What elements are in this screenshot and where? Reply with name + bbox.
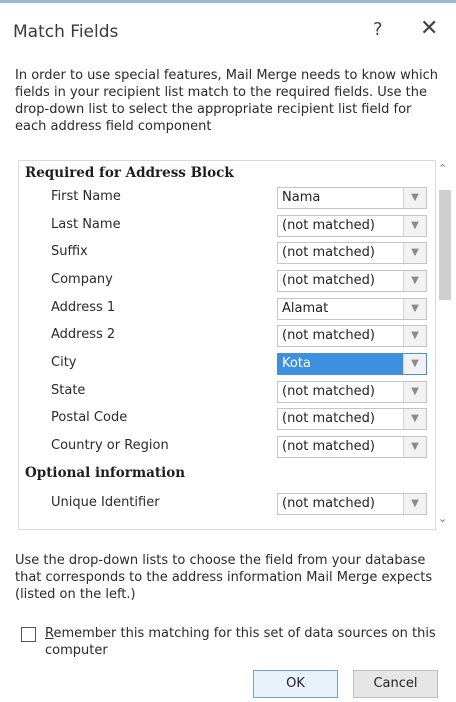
field-label: State: [51, 383, 86, 398]
dropdown-value: (not matched): [282, 439, 375, 454]
instructions-text: In order to use special features, Mail M…: [15, 68, 438, 134]
dropdown-value: (not matched): [282, 273, 375, 288]
field-label: Last Name: [51, 217, 121, 232]
field-label: Suffix: [51, 244, 88, 259]
field-dropdown[interactable]: (not matched) ▼: [277, 493, 427, 515]
field-label: City: [51, 355, 77, 370]
field-dropdown[interactable]: (not matched) ▼: [277, 408, 427, 430]
dropdown-value: Alamat: [282, 301, 329, 316]
chevron-down-icon[interactable]: ▼: [403, 299, 426, 319]
scrollbar-thumb[interactable]: [439, 190, 451, 300]
chevron-down-icon[interactable]: ▼: [403, 494, 426, 514]
chevron-down-icon[interactable]: ▼: [403, 354, 426, 374]
field-row: Country or Region (not matched) ▼: [19, 434, 435, 460]
field-dropdown[interactable]: Nama ▼: [277, 187, 427, 209]
field-label: Address 2: [51, 327, 116, 342]
field-label: Postal Code: [51, 410, 128, 425]
field-dropdown[interactable]: (not matched) ▼: [277, 270, 427, 292]
field-dropdown[interactable]: (not matched) ▼: [277, 381, 427, 403]
chevron-down-icon[interactable]: ▼: [403, 409, 426, 429]
chevron-down-icon[interactable]: ▼: [403, 271, 426, 291]
chevron-down-icon[interactable]: ▼: [403, 188, 426, 208]
vertical-scrollbar[interactable]: ⌃ ⌄: [436, 160, 452, 530]
field-row: Unique Identifier (not matched) ▼: [19, 491, 435, 517]
field-dropdown[interactable]: Alamat ▼: [277, 298, 427, 320]
dropdown-value: Kota: [278, 354, 404, 374]
help-icon[interactable]: ?: [373, 19, 383, 40]
field-label: Address 1: [51, 300, 116, 315]
remember-checkbox[interactable]: [21, 627, 36, 642]
dropdown-value: Nama: [282, 190, 321, 205]
ok-button[interactable]: OK: [253, 670, 338, 698]
chevron-down-icon[interactable]: ▼: [403, 216, 426, 236]
chevron-down-icon[interactable]: ▼: [403, 326, 426, 346]
field-row: Suffix (not matched) ▼: [19, 240, 435, 266]
field-mapping-list[interactable]: Required for Address Block First Name Na…: [18, 160, 436, 530]
dialog-title: Match Fields: [13, 22, 119, 42]
dropdown-value: (not matched): [282, 218, 375, 233]
section-required: Required for Address Block: [25, 165, 234, 181]
dropdown-value: (not matched): [282, 411, 375, 426]
dropdown-value: (not matched): [282, 328, 375, 343]
field-label: Country or Region: [51, 438, 169, 453]
dropdown-value: (not matched): [282, 384, 375, 399]
dropdown-value: (not matched): [282, 496, 375, 511]
chevron-down-icon[interactable]: ▼: [403, 243, 426, 263]
scroll-up-icon[interactable]: ⌃: [438, 162, 447, 175]
field-row: Address 1 Alamat ▼: [19, 296, 435, 322]
dropdown-value: (not matched): [282, 245, 375, 260]
close-icon[interactable]: ✕: [420, 16, 438, 41]
cancel-button[interactable]: Cancel: [353, 670, 438, 698]
field-label: Unique Identifier: [51, 495, 160, 510]
field-row: State (not matched) ▼: [19, 379, 435, 405]
field-dropdown[interactable]: Kota ▼: [277, 353, 427, 375]
window-top-border: [0, 0, 456, 3]
chevron-down-icon[interactable]: ▼: [403, 382, 426, 402]
chevron-down-icon[interactable]: ▼: [403, 437, 426, 457]
field-dropdown[interactable]: (not matched) ▼: [277, 215, 427, 237]
field-label: Company: [51, 272, 113, 287]
field-row: Last Name (not matched) ▼: [19, 213, 435, 239]
field-dropdown[interactable]: (not matched) ▼: [277, 242, 427, 264]
scroll-down-icon[interactable]: ⌄: [438, 512, 447, 525]
field-row: City Kota ▼: [19, 351, 435, 377]
field-dropdown[interactable]: (not matched) ▼: [277, 325, 427, 347]
field-row: Postal Code (not matched) ▼: [19, 406, 435, 432]
field-row: Company (not matched) ▼: [19, 268, 435, 294]
section-optional: Optional information: [25, 465, 186, 481]
field-label: First Name: [51, 189, 121, 204]
field-dropdown[interactable]: (not matched) ▼: [277, 436, 427, 458]
remember-checkbox-label[interactable]: Remember this matching for this set of d…: [45, 625, 445, 659]
remember-label-text: emember this matching for this set of da…: [45, 626, 436, 658]
field-row: Address 2 (not matched) ▼: [19, 323, 435, 349]
field-row: First Name Nama ▼: [19, 185, 435, 211]
help-text: Use the drop-down lists to choose the fi…: [15, 553, 433, 602]
